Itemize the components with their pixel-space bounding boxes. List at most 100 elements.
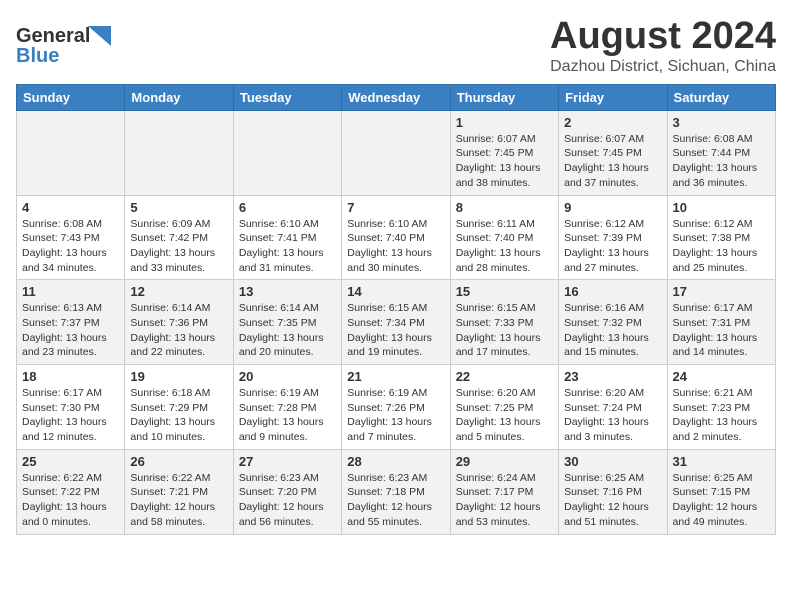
day-number: 28 [347,454,444,469]
day-info: Sunrise: 6:08 AM Sunset: 7:44 PM Dayligh… [673,132,770,191]
day-number: 22 [456,369,553,384]
day-number: 6 [239,200,336,215]
calendar-week-0: 1 Sunrise: 6:07 AM Sunset: 7:45 PM Daylig… [17,110,776,195]
calendar-header-row: SundayMondayTuesdayWednesdayThursdayFrid… [17,84,776,110]
day-number: 29 [456,454,553,469]
day-info: Sunrise: 6:11 AM Sunset: 7:40 PM Dayligh… [456,217,553,276]
calendar-cell: 2 Sunrise: 6:07 AM Sunset: 7:45 PM Daylig… [559,110,667,195]
svg-text:Blue: Blue [16,45,59,67]
day-info: Sunrise: 6:24 AM Sunset: 7:17 PM Dayligh… [456,471,553,530]
day-number: 12 [130,284,227,299]
day-info: Sunrise: 6:19 AM Sunset: 7:28 PM Dayligh… [239,386,336,445]
calendar-cell [125,110,233,195]
header-saturday: Saturday [667,84,775,110]
day-number: 23 [564,369,661,384]
calendar-cell: 12 Sunrise: 6:14 AM Sunset: 7:36 PM Dayli… [125,280,233,365]
header-wednesday: Wednesday [342,84,450,110]
day-number: 26 [130,454,227,469]
calendar-cell: 20Sunrise: 6:19 AM Sunset: 7:28 PM Dayli… [233,365,341,450]
calendar-cell: 22 Sunrise: 6:20 AM Sunset: 7:25 PM Dayli… [450,365,558,450]
calendar-cell: 8 Sunrise: 6:11 AM Sunset: 7:40 PM Daylig… [450,195,558,280]
title-block: August 2024 Dazhou District, Sichuan, Ch… [550,16,776,76]
day-info: Sunrise: 6:14 AM Sunset: 7:36 PM Dayligh… [130,301,227,360]
day-number: 19 [130,369,227,384]
calendar-cell: 19 Sunrise: 6:18 AM Sunset: 7:29 PM Dayli… [125,365,233,450]
day-info: Sunrise: 6:07 AM Sunset: 7:45 PM Dayligh… [564,132,661,191]
day-number: 2 [564,115,661,130]
day-info: Sunrise: 6:23 AM Sunset: 7:20 PM Dayligh… [239,471,336,530]
day-number: 11 [22,284,119,299]
logo-svg: General Blue [16,16,126,68]
day-info: Sunrise: 6:07 AM Sunset: 7:45 PM Dayligh… [456,132,553,191]
calendar-cell: 28Sunrise: 6:23 AM Sunset: 7:18 PM Dayli… [342,449,450,534]
calendar-cell [233,110,341,195]
month-year: August 2024 [550,16,776,58]
calendar-cell: 3 Sunrise: 6:08 AM Sunset: 7:44 PM Daylig… [667,110,775,195]
day-info: Sunrise: 6:19 AM Sunset: 7:26 PM Dayligh… [347,386,444,445]
day-info: Sunrise: 6:15 AM Sunset: 7:34 PM Dayligh… [347,301,444,360]
day-info: Sunrise: 6:22 AM Sunset: 7:21 PM Dayligh… [130,471,227,530]
calendar-cell: 27 Sunrise: 6:23 AM Sunset: 7:20 PM Dayli… [233,449,341,534]
calendar-cell: 9 Sunrise: 6:12 AM Sunset: 7:39 PM Daylig… [559,195,667,280]
calendar-cell: 24Sunrise: 6:21 AM Sunset: 7:23 PM Dayli… [667,365,775,450]
calendar-cell: 16 Sunrise: 6:16 AM Sunset: 7:32 PM Dayli… [559,280,667,365]
calendar-cell: 6 Sunrise: 6:10 AM Sunset: 7:41 PM Daylig… [233,195,341,280]
calendar-week-4: 25Sunrise: 6:22 AM Sunset: 7:22 PM Dayli… [17,449,776,534]
calendar-cell: 21 Sunrise: 6:19 AM Sunset: 7:26 PM Dayli… [342,365,450,450]
day-info: Sunrise: 6:10 AM Sunset: 7:41 PM Dayligh… [239,217,336,276]
day-info: Sunrise: 6:17 AM Sunset: 7:31 PM Dayligh… [673,301,770,360]
day-info: Sunrise: 6:22 AM Sunset: 7:22 PM Dayligh… [22,471,119,530]
day-number: 9 [564,200,661,215]
day-number: 1 [456,115,553,130]
calendar-cell: 17 Sunrise: 6:17 AM Sunset: 7:31 PM Dayli… [667,280,775,365]
header-friday: Friday [559,84,667,110]
day-number: 30 [564,454,661,469]
calendar-cell: 10 Sunrise: 6:12 AM Sunset: 7:38 PM Dayli… [667,195,775,280]
day-number: 10 [673,200,770,215]
calendar-cell: 18 Sunrise: 6:17 AM Sunset: 7:30 PM Dayli… [17,365,125,450]
day-number: 17 [673,284,770,299]
logo: General Blue [16,16,126,73]
calendar-cell: 7Sunrise: 6:10 AM Sunset: 7:40 PM Daylig… [342,195,450,280]
calendar-week-2: 11 Sunrise: 6:13 AM Sunset: 7:37 PM Dayli… [17,280,776,365]
day-info: Sunrise: 6:20 AM Sunset: 7:25 PM Dayligh… [456,386,553,445]
day-info: Sunrise: 6:20 AM Sunset: 7:24 PM Dayligh… [564,386,661,445]
day-info: Sunrise: 6:08 AM Sunset: 7:43 PM Dayligh… [22,217,119,276]
calendar-cell: 29 Sunrise: 6:24 AM Sunset: 7:17 PM Dayli… [450,449,558,534]
day-number: 14 [347,284,444,299]
day-info: Sunrise: 6:12 AM Sunset: 7:39 PM Dayligh… [564,217,661,276]
calendar-cell: 13Sunrise: 6:14 AM Sunset: 7:35 PM Dayli… [233,280,341,365]
calendar-cell: 1 Sunrise: 6:07 AM Sunset: 7:45 PM Daylig… [450,110,558,195]
day-info: Sunrise: 6:17 AM Sunset: 7:30 PM Dayligh… [22,386,119,445]
day-info: Sunrise: 6:12 AM Sunset: 7:38 PM Dayligh… [673,217,770,276]
day-number: 18 [22,369,119,384]
day-info: Sunrise: 6:14 AM Sunset: 7:35 PM Dayligh… [239,301,336,360]
day-number: 16 [564,284,661,299]
day-number: 4 [22,200,119,215]
calendar-cell: 14 Sunrise: 6:15 AM Sunset: 7:34 PM Dayli… [342,280,450,365]
day-number: 8 [456,200,553,215]
day-info: Sunrise: 6:13 AM Sunset: 7:37 PM Dayligh… [22,301,119,360]
header-tuesday: Tuesday [233,84,341,110]
calendar-cell: 15Sunrise: 6:15 AM Sunset: 7:33 PM Dayli… [450,280,558,365]
day-number: 5 [130,200,227,215]
day-info: Sunrise: 6:09 AM Sunset: 7:42 PM Dayligh… [130,217,227,276]
calendar-cell [342,110,450,195]
header-monday: Monday [125,84,233,110]
day-info: Sunrise: 6:18 AM Sunset: 7:29 PM Dayligh… [130,386,227,445]
calendar-cell: 11 Sunrise: 6:13 AM Sunset: 7:37 PM Dayli… [17,280,125,365]
day-info: Sunrise: 6:16 AM Sunset: 7:32 PM Dayligh… [564,301,661,360]
location: Dazhou District, Sichuan, China [550,58,776,76]
calendar-cell: 26 Sunrise: 6:22 AM Sunset: 7:21 PM Dayli… [125,449,233,534]
header-sunday: Sunday [17,84,125,110]
day-info: Sunrise: 6:10 AM Sunset: 7:40 PM Dayligh… [347,217,444,276]
day-number: 3 [673,115,770,130]
calendar-cell: 30Sunrise: 6:25 AM Sunset: 7:16 PM Dayli… [559,449,667,534]
calendar-week-3: 18 Sunrise: 6:17 AM Sunset: 7:30 PM Dayli… [17,365,776,450]
day-number: 27 [239,454,336,469]
calendar-cell: 5 Sunrise: 6:09 AM Sunset: 7:42 PM Daylig… [125,195,233,280]
calendar-cell: 23 Sunrise: 6:20 AM Sunset: 7:24 PM Dayli… [559,365,667,450]
calendar-week-1: 4 Sunrise: 6:08 AM Sunset: 7:43 PM Daylig… [17,195,776,280]
day-number: 21 [347,369,444,384]
day-info: Sunrise: 6:25 AM Sunset: 7:15 PM Dayligh… [673,471,770,530]
